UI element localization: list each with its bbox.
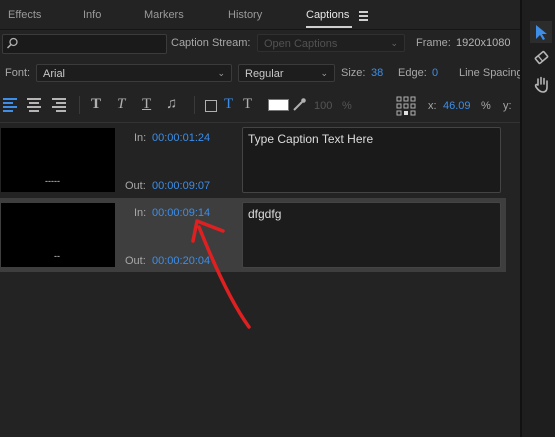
caption-in-label: In:: [134, 207, 147, 219]
edge-label: Edge:: [398, 67, 427, 79]
caption-text-input[interactable]: Type Caption Text Here: [242, 127, 501, 193]
caption-thumbnail: --: [1, 203, 115, 267]
caption-in-time[interactable]: 00:00:01:24: [152, 132, 210, 144]
selection-arrow-icon: [536, 25, 547, 40]
font-style-dropdown[interactable]: Regular ⌄: [238, 64, 335, 82]
tab-effects[interactable]: Effects: [8, 9, 41, 21]
selection-tool-button[interactable]: [530, 21, 552, 43]
position-x-unit: %: [481, 100, 491, 112]
eyedropper-icon[interactable]: [292, 97, 307, 112]
search-icon: [6, 37, 18, 49]
caption-stream-dropdown[interactable]: Open Captions ⌄: [257, 34, 405, 52]
thumbnail-text: --: [54, 251, 60, 261]
align-center-icon[interactable]: [27, 98, 41, 112]
track-select-tool-button[interactable]: [530, 47, 552, 69]
position-x-label: x:: [428, 100, 437, 112]
toolbar-divider: [79, 96, 80, 114]
font-value: Arial: [43, 68, 66, 80]
size-value[interactable]: 38: [371, 67, 383, 79]
position-grid-icon[interactable]: [396, 96, 416, 116]
font-dropdown[interactable]: Arial ⌄: [36, 64, 232, 82]
active-tab-indicator: [306, 26, 352, 28]
music-note-icon[interactable]: ♫: [166, 95, 177, 112]
thumbnail-text: -----: [45, 176, 60, 186]
edge-value[interactable]: 0: [432, 67, 438, 79]
underline-icon[interactable]: T: [142, 96, 151, 113]
panel-menu-icon[interactable]: [359, 11, 368, 23]
background-box-icon[interactable]: [205, 100, 217, 112]
italic-icon[interactable]: T: [117, 96, 125, 113]
razor-icon: [534, 50, 549, 65]
toolbar-divider: [194, 96, 195, 114]
caption-text-input[interactable]: dfgdfg: [242, 202, 501, 268]
tab-history[interactable]: History: [228, 9, 262, 21]
opacity-value: 100: [314, 100, 333, 112]
position-y-label: y:: [503, 100, 512, 112]
caption-stream-label: Caption Stream:: [171, 37, 251, 49]
frame-value: 1920x1080: [456, 37, 511, 49]
text-color-icon[interactable]: T: [224, 96, 233, 113]
font-label: Font:: [5, 67, 31, 79]
tab-info[interactable]: Info: [83, 9, 101, 21]
tab-markers[interactable]: Markers: [144, 9, 184, 21]
caption-out-label: Out:: [125, 255, 146, 267]
position-x-value[interactable]: 46.09: [443, 100, 471, 112]
hand-icon: [534, 76, 548, 93]
tab-captions[interactable]: Captions: [306, 9, 349, 21]
list-separator: [0, 122, 520, 123]
opacity-unit: %: [342, 100, 352, 112]
caption-in-label: In:: [134, 132, 147, 144]
color-swatch[interactable]: [268, 99, 289, 111]
caption-text: Type Caption Text Here: [248, 132, 374, 146]
frame-label: Frame:: [416, 37, 451, 49]
hand-tool-button[interactable]: [530, 74, 552, 96]
font-style-value: Regular: [245, 68, 284, 80]
line-spacing-label: Line Spacing: [459, 67, 523, 79]
align-left-icon[interactable]: [3, 98, 17, 112]
caption-out-time[interactable]: 00:00:09:07: [152, 180, 210, 192]
bold-icon[interactable]: T: [91, 96, 101, 113]
chevron-down-icon: ⌄: [320, 68, 328, 78]
chevron-down-icon: ⌄: [217, 68, 225, 78]
search-input[interactable]: [2, 34, 167, 54]
annotation-arrow: [191, 219, 251, 329]
tab-separator: [0, 29, 520, 30]
size-label: Size:: [341, 67, 366, 79]
caption-thumbnail: -----: [1, 128, 115, 192]
chevron-down-icon: ⌄: [390, 38, 398, 48]
caption-stream-value: Open Captions: [264, 38, 338, 50]
align-right-icon[interactable]: [52, 98, 66, 112]
caption-out-label: Out:: [125, 180, 146, 192]
edge-color-icon[interactable]: T: [243, 96, 252, 113]
